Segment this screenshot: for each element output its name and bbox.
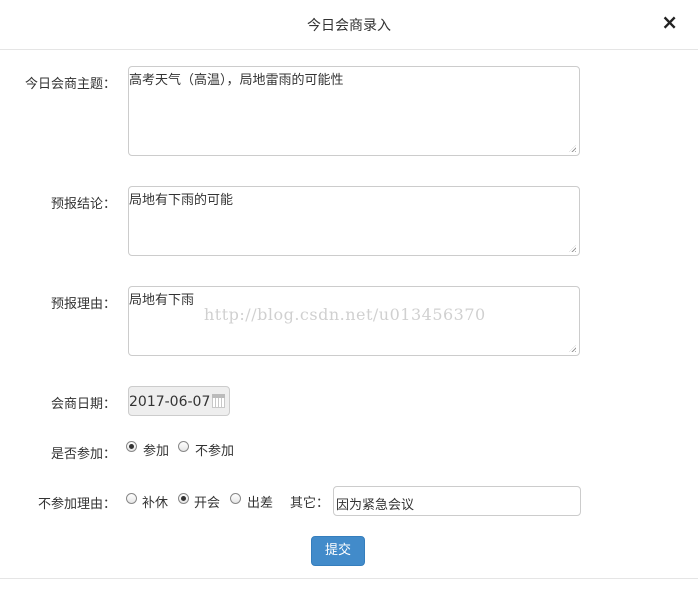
close-icon[interactable]: ×	[661, 10, 678, 34]
calendar-icon[interactable]	[212, 394, 225, 408]
attend-yes-label[interactable]: 参加	[143, 440, 169, 459]
reason-meeting-label[interactable]: 开会	[194, 492, 220, 511]
other-label: 其它：	[290, 496, 330, 511]
reason-trip-radio[interactable]	[230, 493, 241, 504]
other-reason-value: 因为紧急会议	[336, 498, 415, 513]
topic-textarea[interactable]: 高考天气（高温），局地雷雨的可能性	[128, 66, 580, 156]
resize-grip-icon[interactable]	[569, 145, 576, 152]
attend-no-radio[interactable]	[178, 441, 189, 452]
watermark: http://blog.csdn.net/u013456370	[204, 305, 486, 324]
submit-button[interactable]: 提交	[311, 536, 365, 566]
reason-leave-radio[interactable]	[126, 493, 137, 504]
absence-reason-label: 不参加理由：	[37, 497, 116, 512]
reason-trip-label[interactable]: 出差	[247, 492, 273, 511]
attend-no-label[interactable]: 不参加	[195, 440, 234, 459]
attend-yes-radio[interactable]	[126, 441, 137, 452]
other-reason-input[interactable]: 因为紧急会议	[333, 486, 581, 516]
attend-label: 是否参加：	[50, 447, 116, 462]
reason-leave-label[interactable]: 补休	[142, 492, 168, 511]
reason-meeting-radio[interactable]	[178, 493, 189, 504]
resize-grip-icon[interactable]	[569, 245, 576, 252]
footer-divider	[0, 578, 698, 579]
conclusion-label: 预报结论：	[50, 197, 116, 212]
date-value: 2017-06-07	[129, 394, 211, 410]
reason-value: 局地有下雨	[129, 293, 195, 308]
dialog-title: 今日会商录入	[307, 18, 391, 34]
topic-value: 高考天气（高温），局地雷雨的可能性	[129, 73, 344, 88]
resize-grip-icon[interactable]	[569, 345, 576, 352]
dialog-header: 今日会商录入 ×	[0, 0, 698, 50]
conclusion-textarea[interactable]: 局地有下雨的可能	[128, 186, 580, 256]
date-field[interactable]: 2017-06-07	[128, 386, 230, 416]
conclusion-value: 局地有下雨的可能	[129, 193, 234, 208]
date-label: 会商日期：	[50, 397, 116, 412]
topic-label: 今日会商主题：	[24, 77, 116, 92]
reason-label: 预报理由：	[50, 297, 116, 312]
